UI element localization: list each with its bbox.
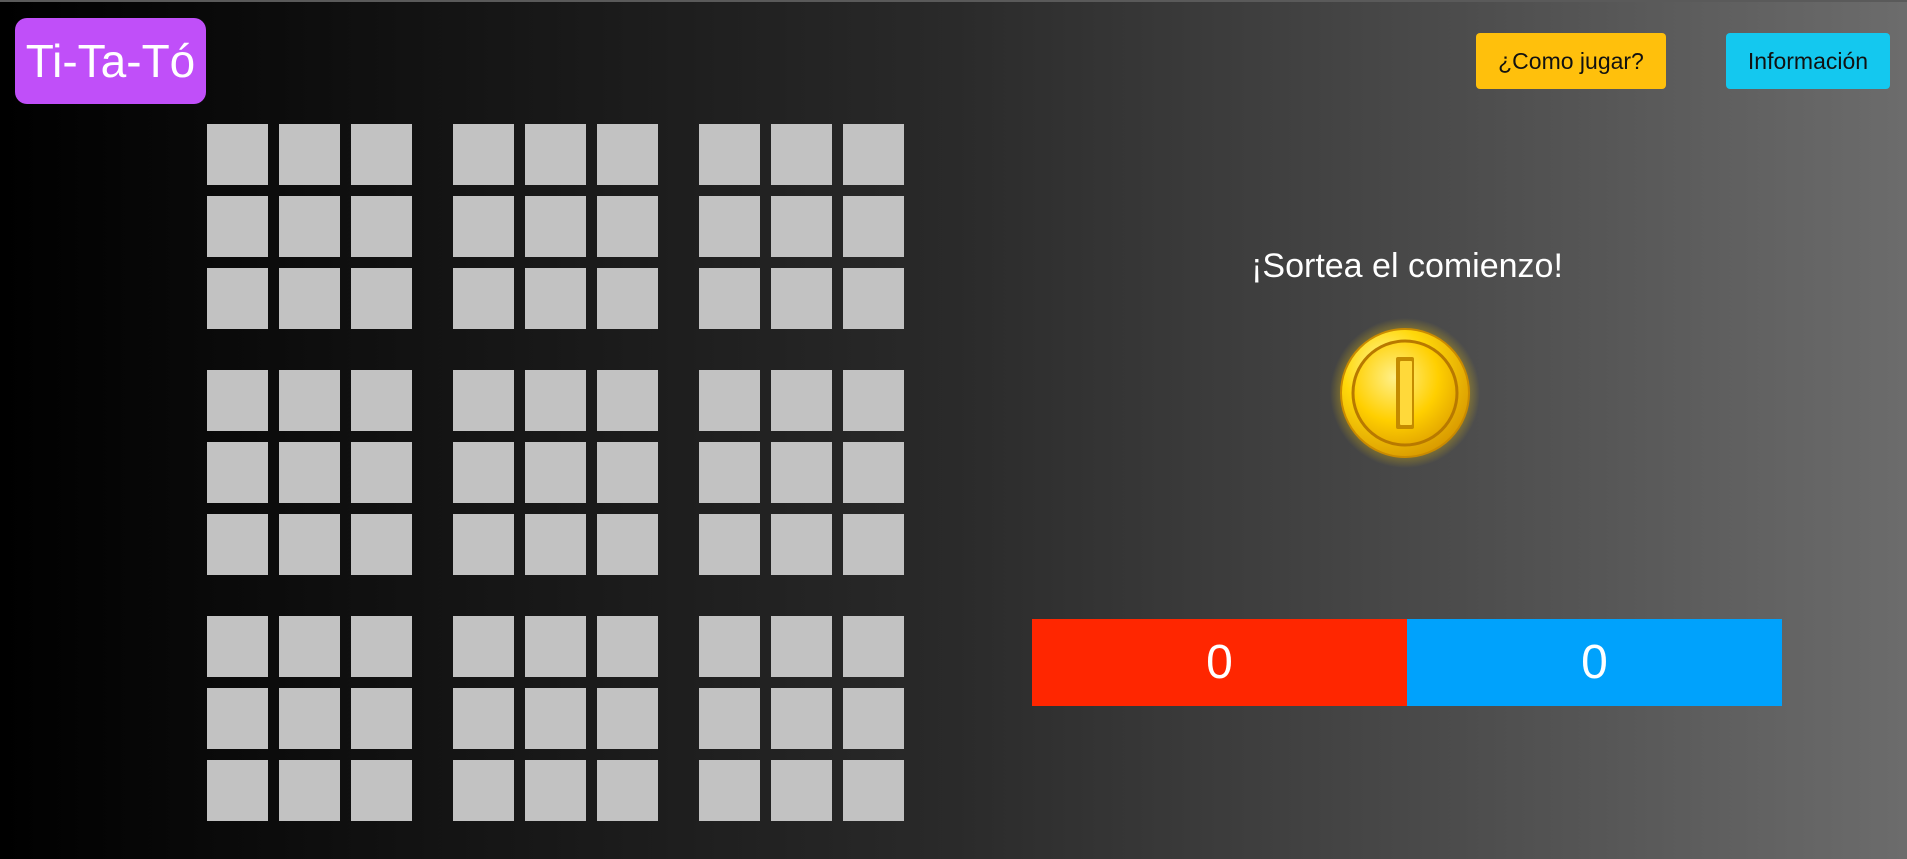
- board-cell[interactable]: [525, 124, 586, 185]
- info-button[interactable]: Información: [1726, 33, 1890, 89]
- board-cell[interactable]: [351, 616, 412, 677]
- board-cell[interactable]: [699, 442, 760, 503]
- board-cell[interactable]: [699, 268, 760, 329]
- board-cell[interactable]: [699, 196, 760, 257]
- board-cell[interactable]: [771, 370, 832, 431]
- board-cell[interactable]: [597, 268, 658, 329]
- board-cell[interactable]: [843, 616, 904, 677]
- board-cell[interactable]: [771, 616, 832, 677]
- board-cell[interactable]: [207, 124, 268, 185]
- board-cell[interactable]: [525, 196, 586, 257]
- board-cell[interactable]: [279, 268, 340, 329]
- board-cell[interactable]: [453, 370, 514, 431]
- board-cell[interactable]: [597, 442, 658, 503]
- board-cell[interactable]: [843, 124, 904, 185]
- board-cell[interactable]: [351, 688, 412, 749]
- how-to-play-button[interactable]: ¿Como jugar?: [1476, 33, 1666, 89]
- board-cell[interactable]: [843, 688, 904, 749]
- board-cell[interactable]: [597, 370, 658, 431]
- board-cell[interactable]: [279, 760, 340, 821]
- board-cell[interactable]: [843, 760, 904, 821]
- board-cell[interactable]: [771, 760, 832, 821]
- board-cell[interactable]: [207, 442, 268, 503]
- board-cell[interactable]: [453, 442, 514, 503]
- board-cell[interactable]: [525, 760, 586, 821]
- board-cell[interactable]: [351, 370, 412, 431]
- ultimate-board: [207, 124, 904, 821]
- board-cell[interactable]: [771, 268, 832, 329]
- mini-board: [453, 616, 658, 821]
- board-cell[interactable]: [525, 442, 586, 503]
- board-cell[interactable]: [279, 616, 340, 677]
- board-cell[interactable]: [525, 370, 586, 431]
- board-cell[interactable]: [279, 514, 340, 575]
- mini-board: [207, 370, 412, 575]
- board-cell[interactable]: [597, 616, 658, 677]
- board-cell[interactable]: [771, 688, 832, 749]
- board-cell[interactable]: [699, 370, 760, 431]
- mini-board: [699, 616, 904, 821]
- board-cell[interactable]: [843, 514, 904, 575]
- board-cell[interactable]: [279, 196, 340, 257]
- board-cell[interactable]: [525, 688, 586, 749]
- board-cell[interactable]: [453, 124, 514, 185]
- board-cell[interactable]: [453, 268, 514, 329]
- coin-icon[interactable]: [1329, 317, 1481, 469]
- board-cell[interactable]: [207, 616, 268, 677]
- board-cell[interactable]: [279, 688, 340, 749]
- board-cell[interactable]: [279, 124, 340, 185]
- board-cell[interactable]: [453, 196, 514, 257]
- board-cell[interactable]: [351, 124, 412, 185]
- mini-board: [453, 124, 658, 329]
- board-cell[interactable]: [771, 514, 832, 575]
- blue-player-score: 0: [1407, 619, 1782, 706]
- board-cell[interactable]: [351, 268, 412, 329]
- top-border: [0, 0, 1907, 2]
- board-cell[interactable]: [699, 760, 760, 821]
- board-cell[interactable]: [843, 196, 904, 257]
- board-cell[interactable]: [597, 196, 658, 257]
- board-cell[interactable]: [453, 616, 514, 677]
- board-cell[interactable]: [771, 442, 832, 503]
- board-cell[interactable]: [207, 514, 268, 575]
- mini-board: [699, 370, 904, 575]
- board-cell[interactable]: [207, 688, 268, 749]
- board-cell[interactable]: [207, 268, 268, 329]
- logo[interactable]: Ti-Ta-Tó: [15, 18, 206, 104]
- red-player-score: 0: [1032, 619, 1407, 706]
- board-cell[interactable]: [843, 370, 904, 431]
- board-cell[interactable]: [351, 514, 412, 575]
- board-cell[interactable]: [525, 616, 586, 677]
- board-cell[interactable]: [771, 196, 832, 257]
- board-cell[interactable]: [453, 760, 514, 821]
- mini-board: [207, 616, 412, 821]
- toss-prompt: ¡Sortea el comienzo!: [1251, 247, 1563, 285]
- board-cell[interactable]: [453, 514, 514, 575]
- board-cell[interactable]: [279, 442, 340, 503]
- board-cell[interactable]: [207, 760, 268, 821]
- board-cell[interactable]: [351, 760, 412, 821]
- board-cell[interactable]: [279, 370, 340, 431]
- board-cell[interactable]: [207, 370, 268, 431]
- board-cell[interactable]: [843, 268, 904, 329]
- board-cell[interactable]: [597, 688, 658, 749]
- board-cell[interactable]: [771, 124, 832, 185]
- board-cell[interactable]: [351, 442, 412, 503]
- mini-board: [453, 370, 658, 575]
- board-cell[interactable]: [699, 688, 760, 749]
- board-cell[interactable]: [597, 760, 658, 821]
- board-cell[interactable]: [597, 514, 658, 575]
- board-cell[interactable]: [699, 616, 760, 677]
- mini-board: [699, 124, 904, 329]
- board-cell[interactable]: [843, 442, 904, 503]
- board-cell[interactable]: [207, 196, 268, 257]
- board-cell[interactable]: [699, 514, 760, 575]
- board-cell[interactable]: [351, 196, 412, 257]
- board-cell[interactable]: [525, 514, 586, 575]
- board-cell[interactable]: [453, 688, 514, 749]
- board-cell[interactable]: [525, 268, 586, 329]
- board-cell[interactable]: [597, 124, 658, 185]
- board-cell[interactable]: [699, 124, 760, 185]
- mini-board: [207, 124, 412, 329]
